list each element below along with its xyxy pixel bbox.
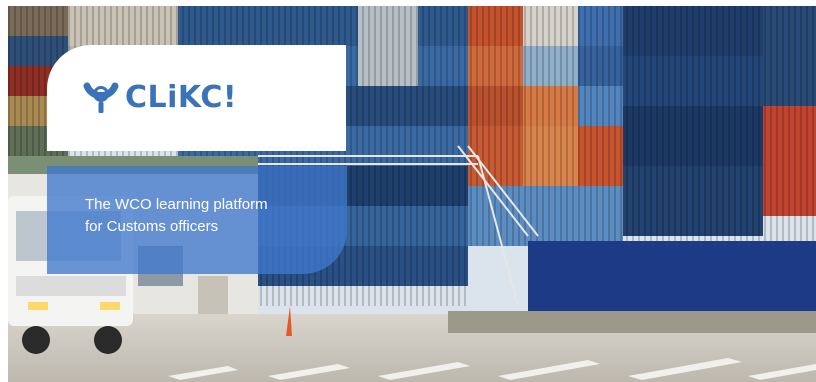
logo-panel: CLiKC! [47, 45, 346, 151]
wco-emblem-icon [83, 82, 119, 113]
orange-container-stack [468, 6, 623, 246]
right-container-stack [623, 6, 816, 246]
clikc-logo[interactable]: CLiKC! [81, 80, 237, 116]
tagline-line-2: for Customs officers [85, 218, 219, 235]
logo-wordmark: CLiKC! [125, 80, 238, 115]
tagline-line-1: The WCO learning platform [85, 196, 268, 213]
hero-banner: CLiKC! The WCO learning platform for Cus… [0, 0, 816, 382]
tagline-panel: The WCO learning platform for Customs of… [47, 166, 347, 274]
blue-wall [528, 241, 816, 316]
